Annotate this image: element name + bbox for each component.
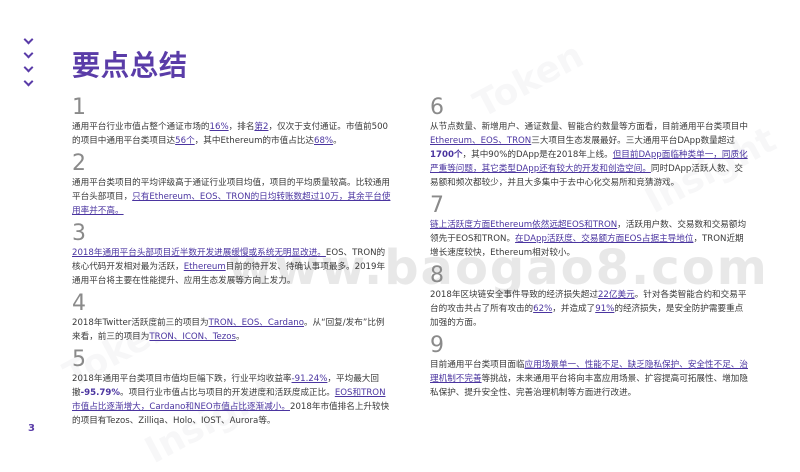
point-number: 5 [72, 347, 86, 372]
summary-point: 8 2018年区块链安全事件导致的经济损失超过22亿美元。针对各类智能合约和交易平… [430, 264, 750, 330]
point-text: 目前通用平台类项目面临应用场景单一、性能不足、缺乏隐私保护、安全性不足、治理机制… [430, 358, 750, 400]
highlighted-text: TRON、EOS、Cardano [208, 318, 304, 328]
point-text: 链上活跃度方面Ethereum依然远超EOS和TRON，活跃用户数、交易数和交易… [430, 218, 750, 260]
summary-point: 3 2018年通用平台头部项目近半数开发进展缓慢或系统无明显改进。EOS、TRON… [72, 222, 392, 288]
summary-point: 1 通用平台行业市值占整个通证市场的16%，排名第2，仅次于支付通证。市值前500… [72, 96, 392, 148]
point-text: 2018年通用平台头部项目近半数开发进展缓慢或系统无明显改进。EOS、TRON的… [72, 246, 392, 288]
summary-column-left: 1 通用平台行业市值占整个通证市场的16%，排名第2，仅次于支付通证。市值前500… [72, 96, 392, 432]
point-text: 通用平台类项目的平均评级高于通证行业项目均值，项目的平均质量较高。比较通用平台头… [72, 176, 392, 218]
highlighted-text: 91% [595, 304, 615, 314]
text-segment: 。 [236, 332, 245, 342]
text-segment: 2018年区块链安全事件导致的经济损失超过 [430, 290, 598, 300]
chevron-down-icon [23, 34, 34, 45]
text-segment: 。 [333, 136, 342, 146]
highlighted-text: 68% [314, 136, 334, 146]
point-number: 7 [430, 193, 444, 218]
summary-point: 9 目前通用平台类项目面临应用场景单一、性能不足、缺乏隐私保护、安全性不足、治理机… [430, 334, 750, 400]
summary-point: 6 从节点数量、新增用户、通证数量、智能合约数量等方面看，目前通用平台类项目中 Et… [430, 96, 750, 190]
text-segment: 2018年通用平台类项目市值均巨幅下跌，行业平均收益率 [72, 374, 292, 384]
text-segment: 三大项目生态发展最好。三大通用平台DApp数量超过 [531, 136, 735, 146]
highlighted-text: 1700个 [430, 150, 463, 160]
point-number: 1 [72, 95, 86, 120]
text-segment: 通用平台行业市值占整个通证市场的 [72, 122, 210, 132]
highlighted-text: 第2 [254, 122, 269, 132]
text-segment: ，其中90%的DApp是在2018年上线。 [462, 150, 613, 160]
summary-point: 7 链上活跃度方面Ethereum依然远超EOS和TRON，活跃用户数、交易数和交… [430, 194, 750, 260]
chevron-down-icon [23, 76, 34, 87]
text-segment: 从节点数量、新增用户、通证数量、智能合约数量等方面看，目前通用平台类项目中 [430, 122, 748, 132]
highlighted-text: 链上活跃度方面Ethereum依然远超EOS和TRON [430, 220, 618, 230]
highlighted-text: -91.24% [291, 374, 328, 384]
highlighted-text: -95.79% [80, 388, 120, 398]
highlighted-text: 2018年通用平台头部项目近半数开发进展缓慢或系统无明显改进。 [72, 248, 326, 258]
page-title: 要点总结 [72, 49, 189, 82]
point-text: 2018年区块链安全事件导致的经济损失超过22亿美元。针对各类智能合约和交易平台… [430, 288, 750, 330]
point-number: 4 [72, 291, 86, 316]
highlighted-text: Ethereum、EOS、TRON [430, 136, 532, 146]
point-number: 3 [72, 221, 86, 246]
text-segment: ，排名 [228, 122, 255, 132]
highlighted-text: Ethereum [183, 262, 226, 272]
point-text: 2018年Twitter活跃度前三的项目为TRON、EOS、Cardano。从“… [72, 316, 392, 344]
summary-point: 5 2018年通用平台类项目市值均巨幅下跌，行业平均收益率-91.24%，平均最大… [72, 348, 392, 428]
point-text: 2018年通用平台类项目市值均巨幅下跌，行业平均收益率-91.24%，平均最大回… [72, 372, 392, 428]
summary-point: 2 通用平台类项目的平均评级高于通证行业项目均值，项目的平均质量较高。比较通用平台… [72, 152, 392, 218]
highlighted-text: 56个 [175, 136, 195, 146]
summary-column-right: 6 从节点数量、新增用户、通证数量、智能合约数量等方面看，目前通用平台类项目中 Et… [430, 96, 750, 404]
text-segment: 目前通用平台类项目面临 [430, 360, 525, 370]
point-number: 9 [430, 333, 444, 358]
highlighted-text: 在DApp活跃度、交易额方面EOS占据主导地位 [515, 234, 694, 244]
chevron-decoration [22, 34, 36, 92]
summary-point: 4 2018年Twitter活跃度前三的项目为TRON、EOS、Cardano。从… [72, 292, 392, 344]
chevron-down-icon [23, 48, 34, 59]
text-segment: 2018年Twitter活跃度前三的项目为 [72, 318, 209, 328]
text-segment: ，其中Ethereum的市值占比达 [194, 136, 314, 146]
point-text: 从节点数量、新增用户、通证数量、智能合约数量等方面看，目前通用平台类项目中 Eth… [430, 120, 750, 190]
point-number: 2 [72, 151, 86, 176]
highlighted-text: TRON、ICON、Tezos [149, 332, 237, 342]
highlighted-text: 22亿美元 [597, 290, 635, 300]
chevron-down-icon [23, 62, 34, 73]
point-text: 通用平台行业市值占整个通证市场的16%，排名第2，仅次于支付通证。市值前500的… [72, 120, 392, 148]
point-number: 6 [430, 95, 444, 120]
page-number: 3 [28, 423, 35, 434]
text-segment: 。项目行业市值占比与项目的开发进度和活跃度成正比。 [119, 388, 335, 398]
point-number: 8 [430, 263, 444, 288]
text-segment: ，并造成了 [552, 304, 596, 314]
highlighted-text: 62% [533, 304, 553, 314]
highlighted-text: 16% [209, 122, 229, 132]
